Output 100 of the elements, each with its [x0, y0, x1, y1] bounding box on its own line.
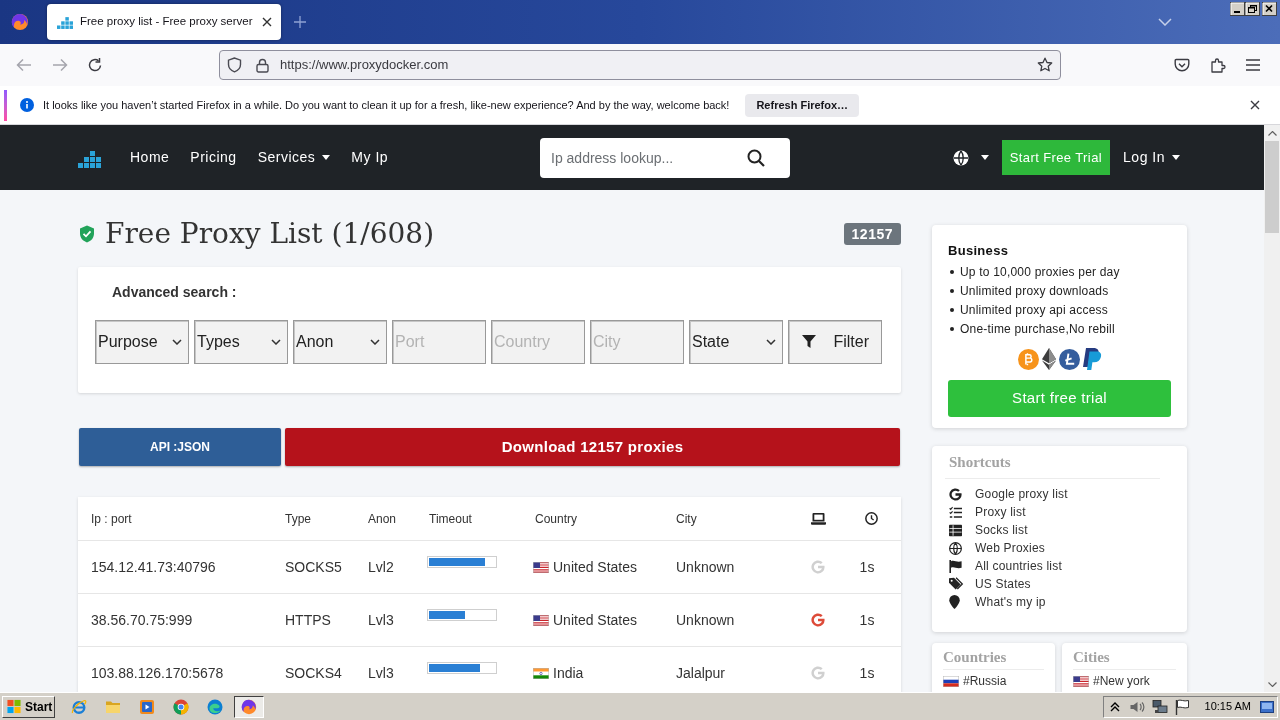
count-badge: 12157 [843, 223, 901, 245]
plus-icon[interactable] [293, 15, 307, 29]
chevron-down-icon [370, 339, 380, 345]
login-link[interactable]: Log In [1123, 147, 1180, 168]
browser-logo-icon[interactable] [11, 13, 29, 31]
g-icon [949, 487, 962, 501]
nav-link[interactable]: Home [130, 147, 170, 168]
input-field[interactable]: Country [491, 320, 585, 364]
notification-stripe [4, 89, 7, 121]
table-cell-text: Lvl2 [368, 557, 394, 577]
shield-icon[interactable] [227, 57, 242, 73]
column-header: Anon [368, 510, 397, 528]
bullet-icon [950, 288, 954, 293]
search-icon[interactable] [747, 148, 765, 167]
globe-icon[interactable] [952, 149, 969, 166]
checklist-icon [949, 505, 962, 519]
litecoin-icon [1058, 348, 1080, 370]
edge-browser-icon [207, 698, 223, 715]
card-title: Shortcuts [949, 454, 1011, 470]
extensions-icon[interactable] [1210, 57, 1226, 73]
nav-link[interactable]: Services [257, 147, 331, 168]
scrollbar-thumb[interactable] [1265, 141, 1279, 233]
table-cell-text: SOCKS5 [285, 557, 342, 577]
taskbar-button[interactable] [234, 695, 264, 718]
input-field[interactable]: Port [392, 320, 486, 364]
caret-icon [1172, 155, 1180, 160]
show-desktop-icon[interactable] [1260, 700, 1274, 713]
start-button[interactable]: Start [2, 695, 55, 718]
pocket-icon[interactable] [1174, 57, 1190, 73]
download-button[interactable]: Download 12157 proxies [285, 428, 900, 466]
shortcut-link[interactable]: Google proxy list [949, 485, 1068, 503]
scroll-down-icon[interactable] [1267, 681, 1277, 687]
funnel-icon [802, 335, 816, 349]
flag-icon [949, 559, 962, 573]
feature-text: One-time purchase,No rebill [960, 320, 1115, 338]
dropdown-field[interactable]: Purpose [95, 320, 189, 364]
card-title: Cities [1073, 649, 1110, 665]
map-pin-icon [949, 595, 960, 609]
table-cell-text: United States [553, 610, 638, 630]
chevron-up-icon[interactable] [1110, 701, 1120, 712]
table-cell-text: Lvl3 [368, 610, 394, 630]
filter-button[interactable]: Filter [788, 320, 882, 364]
globe-icon [949, 541, 962, 555]
dropdown-field[interactable]: Types [194, 320, 288, 364]
flag-icon[interactable] [1175, 698, 1190, 715]
network-icon[interactable] [1152, 698, 1168, 715]
bitcoin-icon [1017, 348, 1039, 370]
restore-icon[interactable] [1245, 2, 1260, 16]
table-cell-text: SOCKS4 [285, 663, 342, 683]
table-cell-text: Lvl3 [368, 663, 394, 683]
lock-icon[interactable] [256, 57, 269, 73]
tags-icon [949, 577, 964, 591]
chevron-down-icon[interactable] [1158, 18, 1172, 26]
chevron-down-icon [172, 339, 182, 345]
clock-icon [864, 512, 878, 525]
shortcut-link[interactable]: US States [949, 575, 1031, 593]
paypal-icon [1082, 348, 1102, 370]
info-icon [20, 98, 34, 112]
ie-browser-icon [71, 698, 87, 715]
url-field[interactable]: https://www.proxydocker.com [219, 50, 1061, 80]
browser-tab[interactable]: Free proxy list - Free proxy server [47, 4, 281, 40]
shortcut-link[interactable]: Web Proxies [949, 539, 1045, 557]
search-field[interactable]: Ip address lookup... [540, 137, 790, 178]
tag-link[interactable]: #New york [1073, 673, 1150, 689]
chevron-down-icon [766, 339, 776, 345]
shortcut-link[interactable]: What's my ip [949, 593, 1046, 611]
table-cell-text: HTTPS [285, 610, 331, 630]
russia-flag-icon [943, 675, 959, 687]
close-icon[interactable] [262, 17, 272, 27]
shortcut-link[interactable]: Proxy list [949, 503, 1026, 521]
close-window-icon[interactable] [1262, 2, 1277, 16]
close-icon[interactable] [1250, 100, 1260, 110]
menu-icon[interactable] [1246, 59, 1260, 71]
reload-icon[interactable] [87, 57, 103, 73]
bullet-icon [950, 326, 954, 331]
us-flag-icon [533, 561, 549, 573]
shield-check-icon [79, 225, 95, 243]
nav-link[interactable]: Pricing [190, 147, 237, 168]
tag-link[interactable]: #Russia [943, 673, 1007, 689]
column-header: Type [285, 510, 311, 528]
nav-link[interactable]: My Ip [351, 147, 389, 168]
us-flag-icon [533, 614, 549, 626]
bookmark-star-icon[interactable] [1037, 57, 1053, 73]
minimize-icon[interactable] [1230, 2, 1245, 16]
shortcut-link[interactable]: All countries list [949, 557, 1062, 575]
dropdown-field[interactable]: Anon [293, 320, 387, 364]
feature-text: Unlimited proxy api access [960, 301, 1108, 319]
us-flag-icon [1073, 675, 1089, 687]
dropdown-field[interactable]: State [689, 320, 783, 364]
chrome-browser-icon [173, 698, 189, 715]
firefox-browser-icon [241, 698, 257, 715]
table-cell-text: 154.12.41.73:40796 [91, 557, 216, 577]
table-cell-text: United States [553, 557, 638, 577]
refresh-button[interactable]: Refresh Firefox… [745, 93, 860, 117]
input-field[interactable]: City [590, 320, 684, 364]
api-json-button[interactable]: API :JSON [79, 428, 281, 466]
shortcut-link[interactable]: Socks list [949, 521, 1028, 539]
scroll-up-icon[interactable] [1267, 130, 1277, 136]
column-header: Ip : port [91, 510, 132, 528]
media-player-icon [139, 698, 155, 715]
